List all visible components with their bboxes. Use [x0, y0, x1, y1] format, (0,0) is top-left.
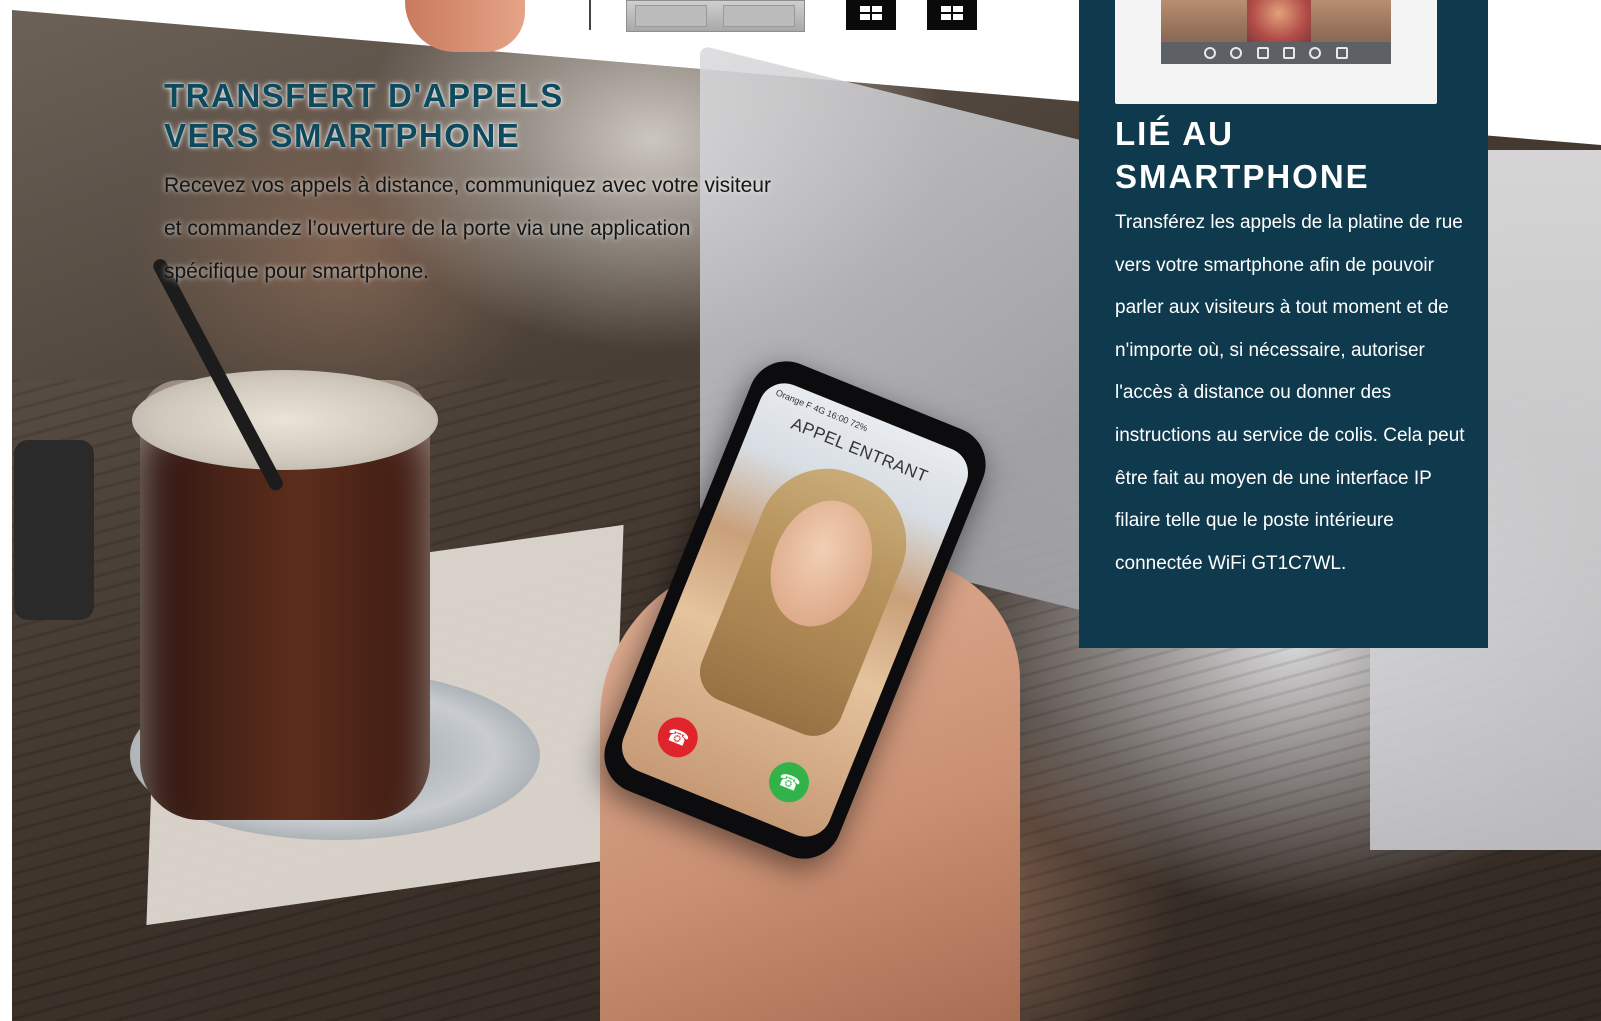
speaker-icon [1335, 47, 1348, 59]
monitor-button-bar [1161, 42, 1391, 64]
wristwatch [14, 440, 94, 620]
panel-title-line-1: LIÉ AU [1115, 115, 1234, 152]
light-icon [1230, 47, 1243, 59]
key-icon [1256, 47, 1269, 59]
left-body-text: Recevez vos appels à distance, communiqu… [164, 174, 771, 283]
camera-icon [1283, 47, 1296, 59]
info-panel: LIÉ AU SMARTPHONE Transférez les appels … [1079, 0, 1488, 648]
lock-icon [1204, 47, 1217, 59]
indoor-monitor-image [1115, 0, 1437, 104]
qr-code-icon [846, 0, 896, 30]
answer-icon[interactable]: ☎ [762, 756, 816, 809]
panel-segment [723, 5, 795, 27]
search-icon [1309, 47, 1322, 59]
hang-up-icon[interactable]: ☎ [651, 711, 704, 764]
monitor-screen [1161, 0, 1391, 64]
left-title-line-2: VERS SMARTPHONE [164, 117, 521, 154]
left-text-block: TRANSFERT D'APPELS VERS SMARTPHONE Recev… [164, 76, 784, 293]
brochure-page: Orange F 4G 16:00 72% APPEL ENTRANT ☎ ☎ … [0, 0, 1601, 1021]
left-title: TRANSFERT D'APPELS VERS SMARTPHONE [164, 76, 784, 156]
panel-title: LIÉ AU SMARTPHONE [1115, 112, 1475, 198]
left-title-line-1: TRANSFERT D'APPELS [164, 77, 564, 114]
panel-segment [635, 5, 707, 27]
panel-title-line-2: SMARTPHONE [1115, 158, 1370, 195]
door-panel-thumbnail [626, 0, 805, 32]
monitor-visitor-image [1247, 0, 1311, 44]
glass-foam [132, 370, 438, 470]
arm-photo-fragment [405, 0, 525, 52]
qr-code-icon [927, 0, 977, 30]
divider-line [589, 0, 591, 30]
panel-body-text: Transférez les appels de la platine de r… [1115, 212, 1465, 574]
